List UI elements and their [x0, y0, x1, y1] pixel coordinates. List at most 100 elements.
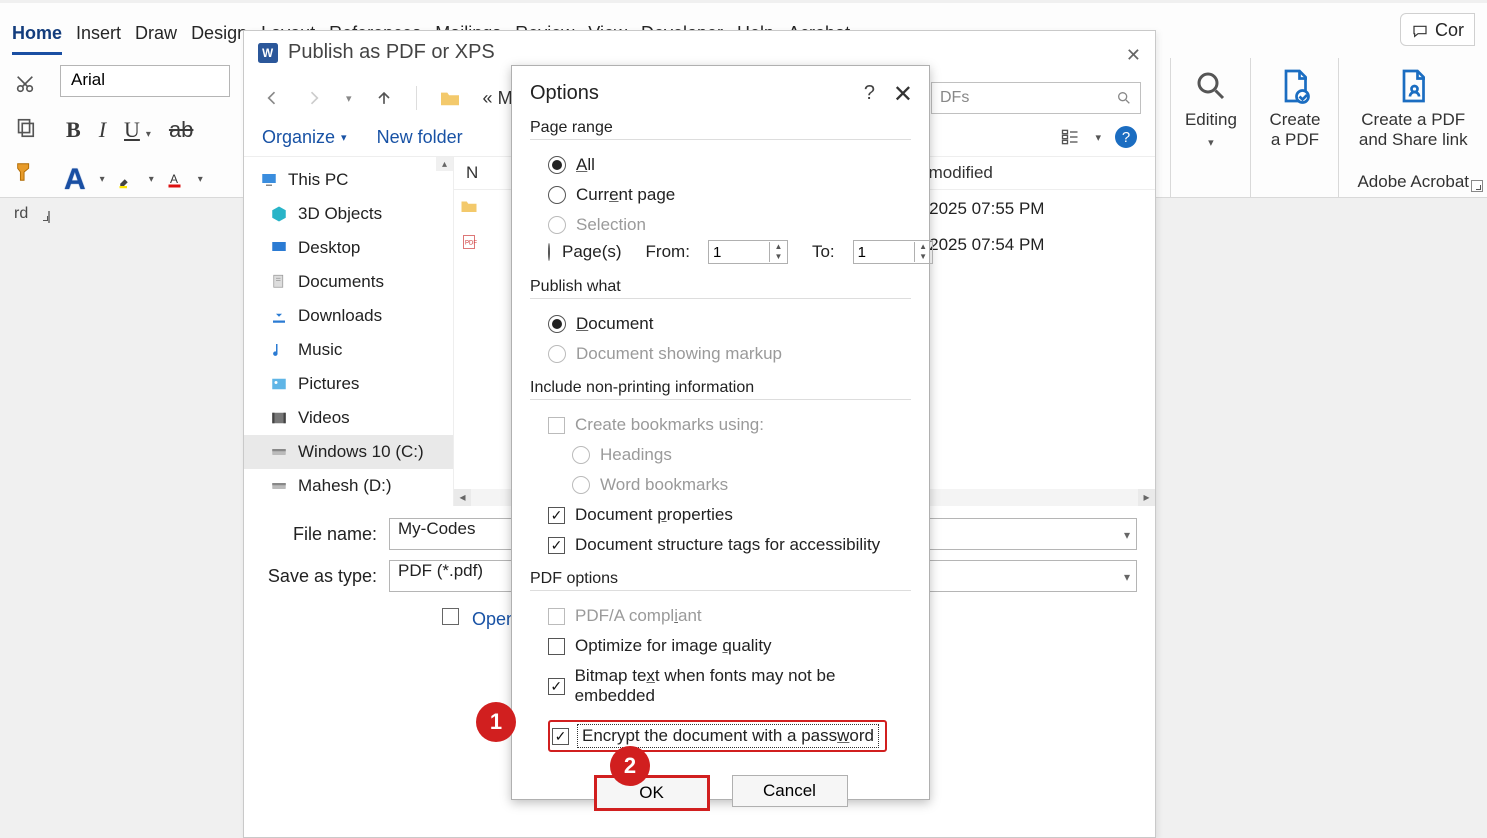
check-bitmap-text-label: Bitmap text when fonts may not be embedd…	[575, 666, 911, 706]
clipboard-dialog-launcher[interactable]	[48, 211, 50, 223]
strikethrough-button[interactable]: ab	[169, 117, 193, 143]
nav-pictures[interactable]: Pictures	[244, 367, 453, 401]
acrobat-group-caption: Adobe Acrobat	[1357, 172, 1469, 192]
check-doc-properties-label: Document properties	[575, 505, 733, 525]
create-pdf-button[interactable]: Create a PDF	[1250, 58, 1338, 198]
highlight-button[interactable]	[117, 171, 137, 189]
organize-menu[interactable]: Organize ▾	[262, 127, 347, 148]
radio-current-page[interactable]	[548, 186, 566, 204]
search-input[interactable]: DFs	[931, 82, 1141, 114]
svg-text:PDF: PDF	[465, 241, 477, 247]
options-help-button[interactable]: ?	[864, 82, 875, 105]
editing-group[interactable]: Editing ▾	[1170, 58, 1250, 198]
radio-document[interactable]	[548, 315, 566, 333]
nav-pane: ▴ This PC 3D Objects Desktop Documents D…	[244, 157, 454, 506]
font-group: Arial B I U▾ ab A▾ ▾ A▾	[56, 55, 234, 197]
section-nonprinting: Include non-printing information	[530, 379, 911, 400]
from-label: From:	[646, 242, 690, 262]
check-encrypt-password[interactable]	[552, 728, 569, 745]
bold-button[interactable]: B	[66, 117, 81, 143]
pc-icon	[260, 171, 278, 189]
check-bitmap-text[interactable]	[548, 678, 565, 695]
copy-icon[interactable]	[14, 117, 36, 139]
nav-scroll-up[interactable]: ▴	[436, 157, 453, 171]
open-after-checkbox[interactable]	[442, 608, 459, 625]
publish-title: Publish as PDF or XPS	[288, 41, 495, 64]
music-icon	[270, 341, 288, 359]
file-name-label: File name:	[262, 524, 377, 545]
annotation-badge-2: 2	[610, 746, 650, 786]
radio-markup-label: Document showing markup	[576, 344, 782, 364]
create-share-pdf-label: Create a PDF and Share link	[1359, 110, 1468, 149]
comments-button[interactable]: Cor	[1400, 13, 1475, 46]
pdf-icon	[1277, 68, 1313, 104]
documents-icon	[270, 273, 288, 291]
view-options-button[interactable]	[1059, 127, 1081, 147]
check-structure-tags[interactable]	[548, 537, 565, 554]
videos-icon	[270, 409, 288, 427]
create-pdf-label: Create a PDF	[1269, 110, 1320, 149]
italic-button[interactable]: I	[99, 117, 106, 143]
check-image-quality[interactable]	[548, 638, 565, 655]
radio-pages-label: Page(s)	[562, 242, 622, 262]
create-share-pdf-button[interactable]: Create a PDF and Share link Adobe Acroba…	[1338, 58, 1487, 198]
radio-pages[interactable]	[548, 243, 550, 261]
search-placeholder: DFs	[940, 89, 969, 107]
section-publish-what: Publish what	[530, 278, 911, 299]
nav-drive-c[interactable]: Windows 10 (C:)	[244, 435, 453, 469]
search-icon	[1193, 68, 1229, 104]
nav-up-button[interactable]	[374, 88, 394, 108]
section-pdf-options: PDF options	[530, 570, 911, 591]
radio-all[interactable]	[548, 156, 566, 174]
tab-draw[interactable]: Draw	[135, 23, 177, 52]
to-spinner[interactable]: ▲▼	[853, 240, 933, 264]
options-title: Options	[530, 82, 911, 105]
nav-videos[interactable]: Videos	[244, 401, 453, 435]
nav-drive-d[interactable]: Mahesh (D:)	[244, 469, 453, 503]
nav-downloads[interactable]: Downloads	[244, 299, 453, 333]
cube-icon	[270, 205, 288, 223]
radio-all-label: All	[576, 155, 595, 175]
options-close-button[interactable]: ✕	[893, 80, 913, 109]
nav-desktop[interactable]: Desktop	[244, 231, 453, 265]
publish-close-button[interactable]: ✕	[1126, 45, 1141, 66]
styles-dialog-launcher[interactable]	[1471, 180, 1483, 192]
word-app-icon: W	[258, 43, 278, 63]
radio-headings-label: Headings	[600, 445, 672, 465]
check-doc-properties[interactable]	[548, 507, 565, 524]
radio-current-label: Current page	[576, 185, 675, 205]
cancel-button[interactable]: Cancel	[732, 775, 848, 807]
format-painter-icon[interactable]	[14, 161, 36, 183]
from-spinner[interactable]: ▲▼	[708, 240, 788, 264]
nav-3d-objects[interactable]: 3D Objects	[244, 197, 453, 231]
tab-insert[interactable]: Insert	[76, 23, 121, 52]
font-name-combo[interactable]: Arial	[60, 65, 230, 97]
underline-button[interactable]: U	[124, 117, 140, 143]
check-encrypt-label: Encrypt the document with a password	[577, 724, 879, 748]
font-color-button[interactable]: A	[166, 171, 186, 189]
svg-text:A: A	[170, 172, 178, 186]
to-label: To:	[812, 242, 835, 262]
ok-button[interactable]: OK	[594, 775, 710, 811]
cut-icon[interactable]	[14, 73, 36, 95]
nav-documents[interactable]: Documents	[244, 265, 453, 299]
clipboard-caption-partial: rd	[14, 205, 28, 223]
radio-word-bookmarks	[572, 476, 590, 494]
tab-home[interactable]: Home	[12, 23, 62, 55]
text-effects-button[interactable]: A	[64, 163, 86, 197]
new-folder-button[interactable]: New folder	[377, 127, 463, 148]
check-bookmarks-label: Create bookmarks using:	[575, 415, 764, 435]
nav-forward-button[interactable]	[304, 88, 324, 108]
pictures-icon	[270, 375, 288, 393]
nav-this-pc[interactable]: This PC	[244, 163, 453, 197]
pdf-file-icon: PDF	[461, 233, 477, 251]
help-icon[interactable]: ?	[1115, 126, 1137, 148]
nav-music[interactable]: Music	[244, 333, 453, 367]
download-icon	[270, 307, 288, 325]
check-image-quality-label: Optimize for image quality	[575, 636, 772, 656]
tab-design[interactable]: Design	[191, 23, 247, 52]
editing-label: Editing	[1185, 110, 1237, 130]
desktop-icon	[270, 239, 288, 257]
check-bookmarks	[548, 417, 565, 434]
nav-back-button[interactable]	[262, 88, 282, 108]
